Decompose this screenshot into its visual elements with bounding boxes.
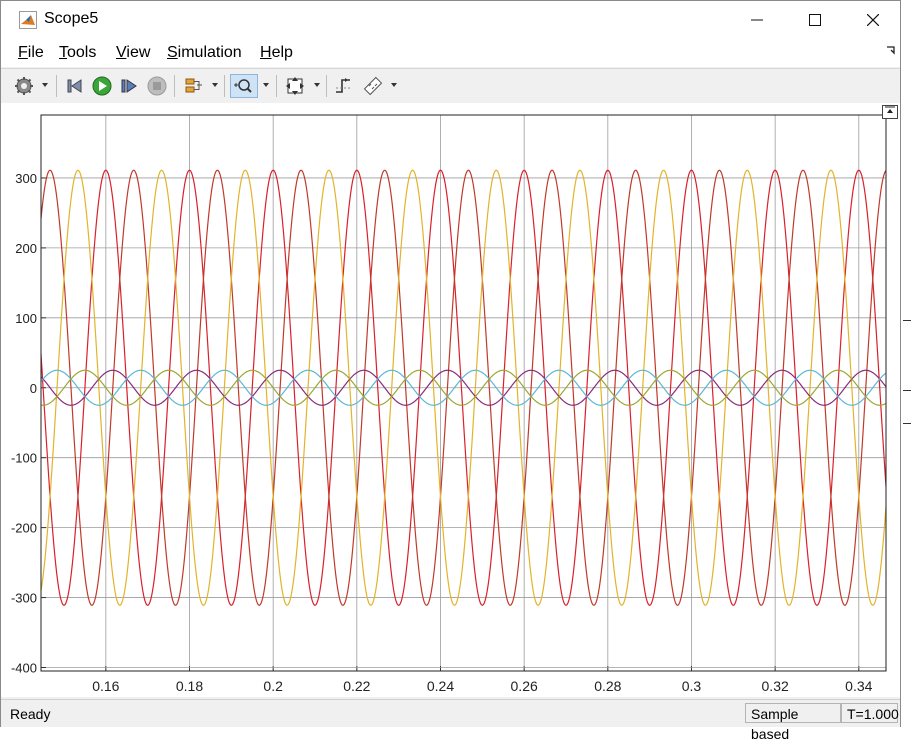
x-tick-label: 0.2 [263,678,283,694]
menu-view[interactable]: View [116,44,150,62]
menu-file[interactable]: File [18,44,44,62]
menu-help[interactable]: Help [260,44,293,62]
x-tick-label: 0.26 [511,678,538,694]
signal-select-dropdown-arrow[interactable] [212,83,218,87]
menu-simulation[interactable]: Simulation [167,44,242,62]
x-tick-label: 0.18 [176,678,203,694]
scope-plot[interactable]: 0.16 0.18 0.2 0.22 0.24 0.26 0.28 0.3 0.32 0.34 30… [1,103,900,697]
toolbar-separator [174,75,175,97]
menu-bar: File Tools View Simulation Help [1,39,900,67]
close-icon [867,14,879,26]
triggers-icon [336,78,352,93]
menu-mnemonic: T [59,44,67,61]
signal-select-button[interactable] [181,74,205,98]
y-tick-label: -200 [11,521,37,536]
toolbar-separator [224,75,225,97]
y-tick-label: -100 [11,451,37,466]
zoom-dropdown-arrow[interactable] [263,83,269,87]
x-tick-label: 0.16 [92,678,119,694]
matlab-logo-icon [19,11,37,29]
status-bar: Ready Sample based T=1.000 [1,699,900,742]
window-title: Scope5 [44,10,99,27]
gear-icon [15,77,33,95]
x-tick-label: 0.34 [845,678,872,694]
menu-label: imulation [177,44,242,61]
triggers-button[interactable] [332,74,356,98]
close-button[interactable] [844,1,902,39]
toolbar [1,68,900,104]
toolbar-separator [326,75,327,97]
run-button[interactable] [90,74,114,98]
stop-button[interactable] [145,74,169,98]
y-tick-label: -400 [11,661,37,676]
step-forward-icon [121,79,137,93]
x-tick-label: 0.24 [427,678,454,694]
menu-mnemonic: V [116,44,127,61]
menu-tools[interactable]: Tools [59,44,96,62]
step-forward-button[interactable] [117,74,141,98]
status-sample-mode: Sample based [745,703,841,742]
y-tick-label: 300 [15,171,37,186]
menu-mnemonic: F [18,44,28,61]
menu-collapse-arrow-icon[interactable] [886,45,896,55]
status-time: T=1.000 [841,703,899,723]
zoom-icon [234,79,252,93]
x-tick-label: 0.3 [682,678,702,694]
step-back-button[interactable] [63,74,87,98]
measurements-dropdown-arrow[interactable] [391,83,397,87]
maximize-button[interactable] [786,1,844,39]
x-tick-label: 0.32 [762,678,789,694]
y-tick-label: 200 [15,241,37,256]
settings-button[interactable] [12,74,36,98]
run-icon [92,76,112,96]
menu-label: ile [27,44,44,61]
fit-view-dropdown-arrow[interactable] [314,83,320,87]
signal-select-icon [185,78,202,93]
scope-window: Scope5 File Tools View Simulation Help 0… [0,0,901,742]
y-tick-label: -300 [11,591,37,606]
x-tick-label: 0.22 [343,678,370,694]
y-tick-label: 0 [30,381,37,396]
fit-view-icon [286,77,304,95]
x-tick-label: 0.28 [594,678,621,694]
toolbar-separator [276,75,277,97]
menu-mnemonic: H [260,44,272,61]
step-back-icon [67,79,82,93]
background-line [903,390,911,391]
plot-area: 0.16 0.18 0.2 0.22 0.24 0.26 0.28 0.3 0.32 0.34 30… [1,103,900,697]
maximize-icon [809,14,821,26]
measurements-icon [363,76,383,96]
measurements-button[interactable] [361,74,385,98]
status-ready: Ready [10,706,51,722]
y-tick-label: 100 [15,311,37,326]
settings-dropdown-arrow[interactable] [42,83,48,87]
minimize-button[interactable] [728,1,786,39]
menu-label: elp [271,44,293,61]
undock-button[interactable] [882,105,898,119]
toolbar-separator [56,75,57,97]
undock-icon [885,106,895,113]
zoom-button[interactable] [230,74,258,98]
title-bar[interactable]: Scope5 [1,1,900,39]
menu-label: ools [67,44,97,61]
minimize-icon [751,19,763,21]
background-line [903,423,911,424]
menu-mnemonic: S [167,44,178,61]
stop-icon [147,76,167,96]
background-line [903,320,911,321]
fit-view-button[interactable] [283,74,307,98]
menu-label: iew [126,44,151,61]
